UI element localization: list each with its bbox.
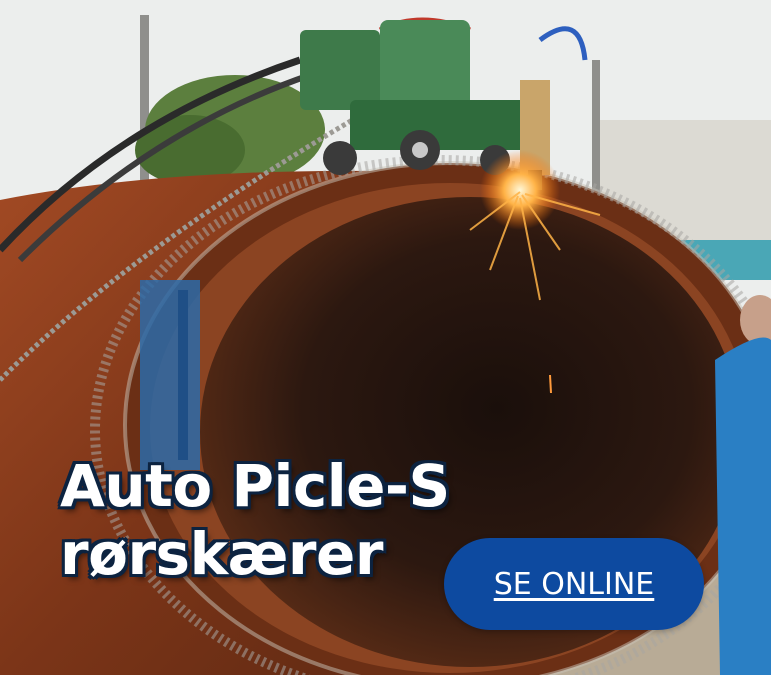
hero-banner: Auto Picle-S rørskærer SE ONLINE xyxy=(0,0,771,675)
product-headline: Auto Picle-S rørskærer xyxy=(60,452,450,588)
see-online-button[interactable]: SE ONLINE xyxy=(444,538,704,630)
headline-line-1: Auto Picle-S xyxy=(60,452,450,520)
headline-line-2: rørskærer xyxy=(60,520,383,588)
